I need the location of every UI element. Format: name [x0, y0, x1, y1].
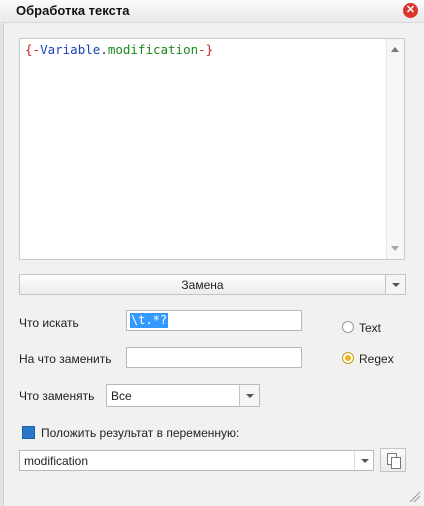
- find-input[interactable]: \t.*?: [126, 310, 302, 331]
- result-variable-dropdown[interactable]: modification: [19, 450, 374, 471]
- replace-which-value: Все: [111, 389, 132, 403]
- close-button[interactable]: ✕: [403, 3, 418, 18]
- chevron-down-icon[interactable]: [239, 385, 259, 406]
- editor-scrollbar[interactable]: [386, 39, 404, 259]
- brace-open-token: {-: [25, 42, 41, 57]
- replace-which-dropdown[interactable]: Все: [106, 384, 260, 407]
- close-icon: ✕: [405, 4, 416, 16]
- variable-name-token: modification: [107, 42, 199, 57]
- operation-mode-value: Замена: [181, 278, 224, 292]
- replace-label: На что заменить: [19, 352, 112, 366]
- radio-regex-label[interactable]: Regex: [359, 352, 394, 366]
- radio-regex[interactable]: [342, 352, 354, 364]
- find-label: Что искать: [19, 316, 79, 330]
- radio-text[interactable]: [342, 321, 354, 333]
- copy-button[interactable]: [380, 448, 406, 472]
- variable-keyword-token: Variable: [40, 42, 101, 57]
- scroll-up-icon[interactable]: [391, 47, 399, 52]
- chevron-down-icon[interactable]: [354, 451, 373, 470]
- window-title: Обработка текста: [16, 3, 130, 18]
- resize-grip-icon[interactable]: [408, 490, 420, 502]
- editor-content: {-Variable.modification-}: [25, 42, 213, 57]
- brace-close-token: -}: [198, 42, 214, 57]
- operation-mode-dropdown[interactable]: Замена: [19, 274, 406, 295]
- save-result-label[interactable]: Положить результат в переменную:: [41, 426, 239, 440]
- scroll-down-icon[interactable]: [391, 246, 399, 251]
- title-bar: Обработка текста ✕: [0, 0, 424, 23]
- template-editor[interactable]: {-Variable.modification-}: [19, 38, 405, 260]
- dot-token: .: [100, 42, 108, 57]
- replace-which-label: Что заменять: [19, 389, 95, 403]
- chevron-down-icon[interactable]: [385, 275, 405, 294]
- replace-input[interactable]: [126, 347, 302, 368]
- result-variable-value: modification: [24, 454, 89, 468]
- radio-text-label[interactable]: Text: [359, 321, 381, 335]
- panel-edge: [0, 22, 4, 506]
- save-result-checkbox[interactable]: [22, 426, 35, 439]
- find-input-value: \t.*?: [130, 313, 169, 328]
